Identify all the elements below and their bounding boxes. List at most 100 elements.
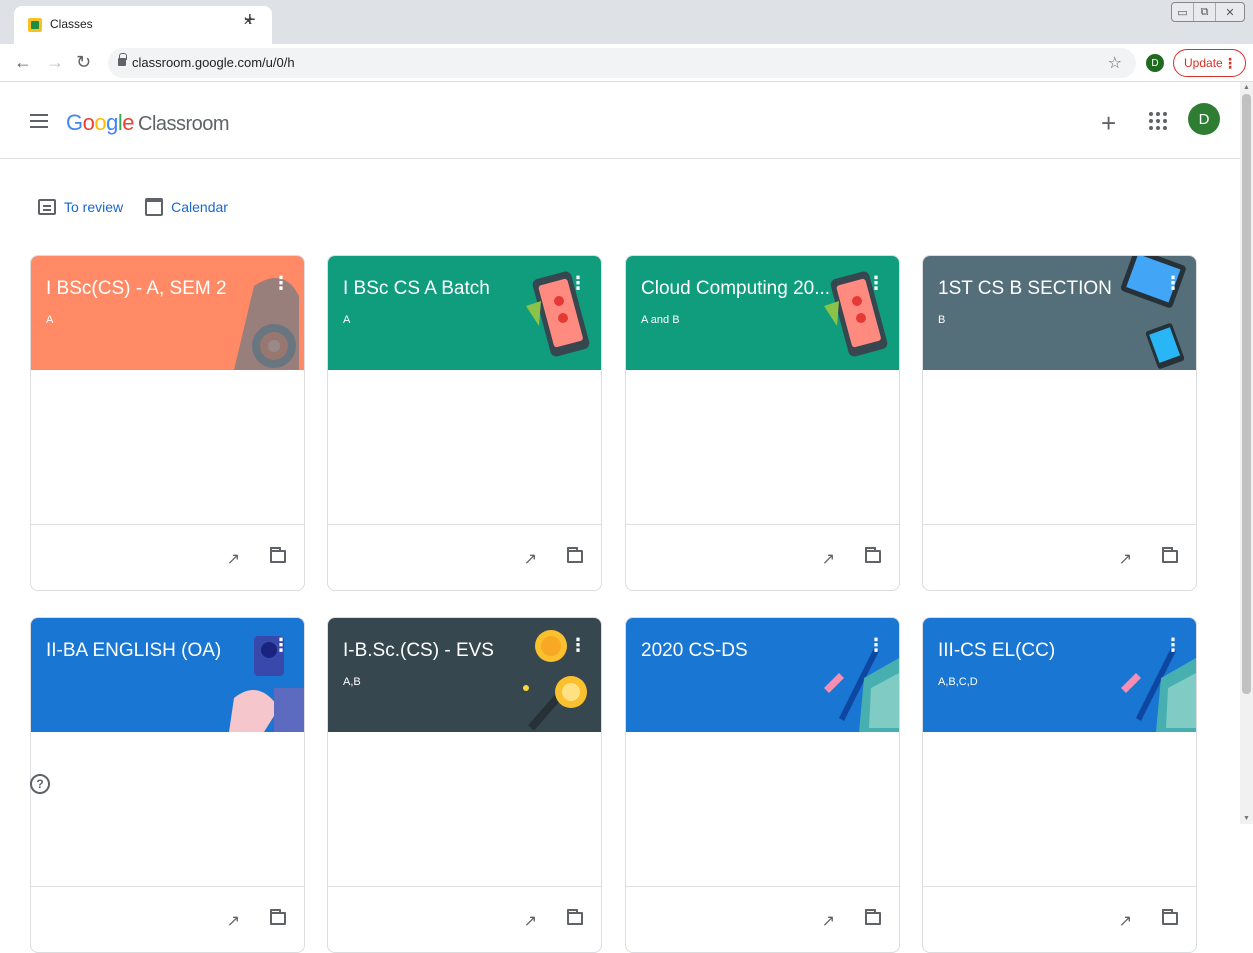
- class-card-body: [31, 370, 304, 525]
- trending-up-icon[interactable]: ↗: [822, 549, 835, 569]
- class-card-banner[interactable]: II-BA ENGLISH (OA) ⋮: [31, 618, 304, 732]
- more-vert-icon[interactable]: ⋮: [867, 274, 885, 292]
- app-header: Google Classroom + D: [0, 82, 1240, 159]
- class-card[interactable]: I BSc CS A Batch A ⋮ ↗: [327, 255, 602, 591]
- more-vert-icon: ⋮: [1223, 55, 1237, 71]
- help-icon[interactable]: ?: [30, 774, 50, 794]
- back-arrow-icon[interactable]: ←: [14, 52, 32, 72]
- browser-tab[interactable]: Classes ×: [14, 6, 272, 44]
- more-vert-icon[interactable]: ⋮: [569, 274, 587, 292]
- class-card-banner[interactable]: 1ST CS B SECTION B ⋮: [923, 256, 1196, 370]
- class-card-body: [626, 732, 899, 887]
- class-title[interactable]: II-BA ENGLISH (OA): [46, 640, 221, 662]
- class-card-banner[interactable]: 2020 CS-DS ⋮: [626, 618, 899, 732]
- class-card[interactable]: I BSc(CS) - A, SEM 2 A ⋮ ↗: [30, 255, 305, 591]
- scroll-thumb[interactable]: [1242, 94, 1251, 694]
- class-card[interactable]: I-B.Sc.(CS) - EVS A,B ⋮ ↗: [327, 617, 602, 953]
- address-bar[interactable]: classroom.google.com/u/0/h ☆: [108, 48, 1136, 78]
- class-theme-illustration: [1106, 618, 1196, 732]
- google-classroom-logo[interactable]: Google Classroom: [66, 110, 230, 136]
- trending-up-icon[interactable]: ↗: [227, 911, 240, 931]
- calendar-label: Calendar: [171, 199, 228, 215]
- more-vert-icon[interactable]: ⋮: [272, 274, 290, 292]
- scroll-down-arrow-icon[interactable]: ▼: [1243, 815, 1250, 822]
- more-vert-icon[interactable]: ⋮: [569, 636, 587, 654]
- to-review-link[interactable]: To review: [38, 199, 123, 215]
- class-title[interactable]: I BSc CS A Batch: [343, 278, 490, 300]
- class-card[interactable]: Cloud Computing 20... A and B ⋮ ↗: [625, 255, 900, 591]
- more-vert-icon[interactable]: ⋮: [867, 636, 885, 654]
- class-theme-illustration: [214, 256, 304, 370]
- class-card-body: [31, 732, 304, 887]
- class-title[interactable]: I BSc(CS) - A, SEM 2: [46, 278, 227, 300]
- class-title[interactable]: Cloud Computing 20...: [641, 278, 830, 300]
- account-avatar[interactable]: D: [1188, 103, 1220, 135]
- assignment-icon: [38, 199, 56, 215]
- class-card-banner[interactable]: I BSc CS A Batch A ⋮: [328, 256, 601, 370]
- class-title[interactable]: 2020 CS-DS: [641, 640, 748, 662]
- class-card[interactable]: III-CS EL(CC) A,B,C,D ⋮ ↗: [922, 617, 1197, 953]
- class-card-footer: ↗: [31, 887, 304, 952]
- class-card-footer: ↗: [626, 887, 899, 952]
- class-card-banner[interactable]: Cloud Computing 20... A and B ⋮: [626, 256, 899, 370]
- trending-up-icon[interactable]: ↗: [1119, 549, 1132, 569]
- folder-icon[interactable]: [270, 547, 286, 563]
- browser-profile-icon[interactable]: D: [1146, 54, 1164, 72]
- trending-up-icon[interactable]: ↗: [1119, 911, 1132, 931]
- close-window-icon[interactable]: ✕: [1216, 3, 1244, 21]
- page-scrollbar[interactable]: ▲ ▼: [1240, 82, 1253, 824]
- class-card-footer: ↗: [31, 525, 304, 590]
- more-vert-icon[interactable]: ⋮: [272, 636, 290, 654]
- folder-icon[interactable]: [567, 547, 583, 563]
- class-card-footer: ↗: [328, 525, 601, 590]
- class-title[interactable]: III-CS EL(CC): [938, 640, 1055, 662]
- create-join-class-icon[interactable]: +: [1101, 110, 1116, 136]
- browser-tab-strip: Classes × + ▭ ⧉ ✕: [0, 0, 1253, 44]
- class-theme-illustration: [809, 618, 899, 732]
- main-menu-icon[interactable]: [30, 114, 48, 128]
- bookmark-star-icon[interactable]: ☆: [1108, 53, 1122, 73]
- classroom-favicon-icon: [28, 18, 42, 32]
- forward-arrow-icon[interactable]: →: [46, 52, 64, 72]
- more-vert-icon[interactable]: ⋮: [1164, 636, 1182, 654]
- scroll-up-arrow-icon[interactable]: ▲: [1243, 84, 1250, 91]
- folder-icon[interactable]: [865, 547, 881, 563]
- class-theme-illustration: [819, 256, 899, 370]
- folder-icon[interactable]: [567, 909, 583, 925]
- class-card-footer: ↗: [328, 887, 601, 952]
- folder-icon[interactable]: [1162, 909, 1178, 925]
- class-card-banner[interactable]: I-B.Sc.(CS) - EVS A,B ⋮: [328, 618, 601, 732]
- folder-icon[interactable]: [270, 909, 286, 925]
- quick-links: To review Calendar: [38, 196, 250, 218]
- more-vert-icon[interactable]: ⋮: [1164, 274, 1182, 292]
- calendar-link[interactable]: Calendar: [145, 198, 228, 216]
- class-card-banner[interactable]: III-CS EL(CC) A,B,C,D ⋮: [923, 618, 1196, 732]
- product-name: Classroom: [138, 113, 230, 135]
- class-card-banner[interactable]: I BSc(CS) - A, SEM 2 A ⋮: [31, 256, 304, 370]
- new-tab-button[interactable]: +: [244, 10, 256, 30]
- class-card-body: [328, 732, 601, 887]
- google-apps-icon[interactable]: [1149, 112, 1167, 130]
- class-section: A: [46, 314, 54, 326]
- trending-up-icon[interactable]: ↗: [822, 911, 835, 931]
- trending-up-icon[interactable]: ↗: [524, 911, 537, 931]
- calendar-icon: [145, 198, 164, 216]
- restore-icon[interactable]: ⧉: [1194, 3, 1216, 21]
- update-button[interactable]: Update ⋮: [1173, 49, 1246, 77]
- trending-up-icon[interactable]: ↗: [524, 549, 537, 569]
- class-card[interactable]: 1ST CS B SECTION B ⋮ ↗: [922, 255, 1197, 591]
- reload-icon[interactable]: ↻: [76, 52, 91, 72]
- folder-icon[interactable]: [1162, 547, 1178, 563]
- class-title[interactable]: I-B.Sc.(CS) - EVS: [343, 640, 494, 662]
- url-text[interactable]: classroom.google.com/u/0/h: [132, 55, 295, 70]
- class-theme-illustration: [511, 618, 601, 732]
- minimize-icon[interactable]: ▭: [1172, 3, 1194, 21]
- trending-up-icon[interactable]: ↗: [227, 549, 240, 569]
- class-theme-illustration: [224, 618, 304, 732]
- class-card[interactable]: II-BA ENGLISH (OA) ⋮ ↗: [30, 617, 305, 953]
- class-card-body: [923, 370, 1196, 525]
- class-title[interactable]: 1ST CS B SECTION: [938, 278, 1112, 300]
- class-theme-illustration: [1106, 256, 1196, 370]
- folder-icon[interactable]: [865, 909, 881, 925]
- class-card[interactable]: 2020 CS-DS ⋮ ↗: [625, 617, 900, 953]
